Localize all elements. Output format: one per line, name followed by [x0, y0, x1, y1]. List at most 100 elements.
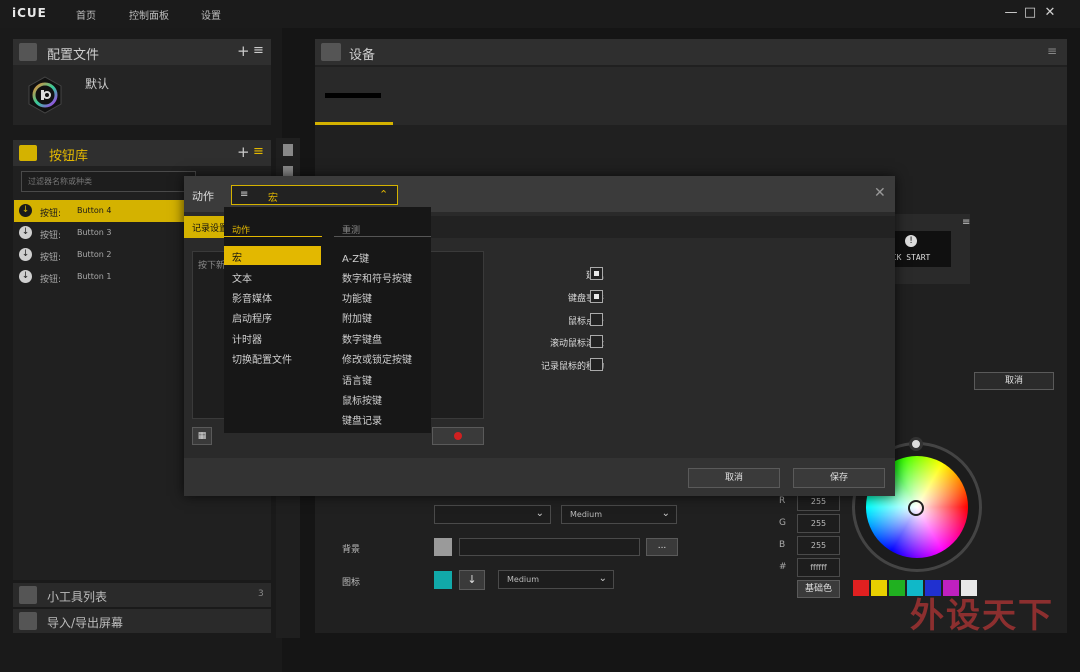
preview-menu-icon[interactable]: ≡	[962, 217, 970, 228]
menu-item-launch[interactable]: 启动程序	[232, 310, 272, 325]
icue-logo-icon	[25, 75, 65, 115]
list-icon: ≡	[240, 189, 249, 200]
b-input[interactable]: 255	[797, 536, 840, 555]
library-menu-icon[interactable]: ≡	[253, 144, 264, 159]
close-icon[interactable]: ✕	[1041, 4, 1059, 22]
widgets-row[interactable]: 小工具列表 3	[13, 583, 271, 607]
effect-select[interactable]: ⌄	[434, 505, 551, 524]
checkbox-label: 延迟	[494, 268, 604, 281]
library-item-kind: 按钮:	[40, 209, 62, 219]
menu-item-function[interactable]: 功能键	[342, 290, 372, 305]
icon-color-swatch[interactable]	[434, 571, 452, 589]
record-button[interactable]	[432, 427, 484, 445]
hex-input[interactable]: ffffff	[797, 558, 840, 577]
chevron-down-icon: ⌄	[598, 573, 607, 584]
import-export-title: 导入/导出屏幕	[47, 616, 124, 630]
menu-item-macro[interactable]: 宏	[224, 246, 321, 265]
menu-item-mouse[interactable]: 鼠标按键	[342, 392, 382, 407]
menu-item-language[interactable]: 语言键	[342, 372, 372, 387]
nav-settings[interactable]: 设置	[201, 7, 221, 22]
color-picker-handle[interactable]	[908, 500, 924, 516]
nav-dashboard[interactable]: 控制面板	[129, 7, 169, 22]
brightness-handle[interactable]	[909, 437, 923, 451]
r-label: R	[779, 496, 786, 506]
library-item-kind: 按钮:	[40, 253, 62, 263]
download-icon: ↓	[19, 226, 32, 239]
import-export-row[interactable]: 导入/导出屏幕	[13, 609, 271, 633]
keyboard-events-checkbox[interactable]	[590, 290, 603, 303]
background-color-swatch[interactable]	[434, 538, 452, 556]
menu-item-media[interactable]: 影音媒体	[232, 290, 272, 305]
menu-item-extra[interactable]: 附加键	[342, 310, 372, 325]
app-logo: iCUE	[12, 6, 47, 20]
speed-select[interactable]: Medium ⌄	[561, 505, 677, 524]
menu-item-numbers[interactable]: 数字和符号按键	[342, 270, 412, 285]
menu-item-numpad[interactable]: 数字键盘	[342, 331, 382, 346]
profile-icon	[19, 43, 37, 61]
profiles-header: 配置文件 + ≡	[13, 39, 271, 65]
save-button[interactable]: 保存	[793, 468, 885, 488]
g-label: G	[779, 518, 786, 528]
dialog-title: 动作	[192, 190, 214, 203]
dialog-footer: 取消 保存	[184, 458, 895, 496]
download-icon[interactable]: ↓	[459, 570, 485, 590]
icon-label: 图标	[342, 578, 361, 588]
background-label: 背景	[342, 545, 361, 555]
devices-header: 设备 ≡	[315, 39, 1067, 65]
title-bar: iCUE 首页 控制面板 设置 — □ ✕	[0, 0, 1080, 28]
add-profile-icon[interactable]: +	[237, 42, 250, 60]
menu-item-keyboard-record[interactable]: 键盘记录	[342, 412, 382, 427]
device-thumbnail[interactable]	[325, 93, 381, 98]
checkbox-label: 鼠标点击	[567, 317, 604, 327]
menu-item-modifier[interactable]: 修改或锁定按键	[342, 351, 412, 366]
add-button-icon[interactable]: +	[237, 143, 250, 161]
default-profile-label[interactable]: 默认	[85, 75, 109, 92]
copy-icon[interactable]	[283, 144, 293, 156]
library-item-name: Button 1	[77, 272, 112, 281]
swatch-yellow[interactable]	[871, 580, 887, 596]
add-macro-icon[interactable]: ▦	[192, 427, 212, 445]
hex-label: #	[779, 562, 787, 572]
library-icon	[19, 145, 37, 161]
g-input[interactable]: 255	[797, 514, 840, 533]
mouse-click-checkbox[interactable]	[590, 313, 603, 326]
widgets-count: 3	[258, 589, 264, 599]
download-icon: ↓	[19, 270, 32, 283]
devices-cancel-button[interactable]: 取消	[974, 372, 1054, 390]
maximize-icon[interactable]: □	[1021, 4, 1039, 22]
menu-item-az[interactable]: A-Z键	[342, 250, 369, 265]
browse-button[interactable]: ...	[646, 538, 678, 556]
download-icon: ↓	[19, 204, 32, 217]
swap-icon	[19, 612, 37, 630]
record-settings-tab[interactable]: 记录设置	[192, 221, 228, 234]
watermark: 外设天下	[910, 596, 1054, 636]
swatch-green[interactable]	[889, 580, 905, 596]
press-placeholder: 按下新	[198, 261, 226, 271]
devices-menu-icon[interactable]: ≡	[1047, 44, 1057, 58]
record-mouse-move-checkbox[interactable]	[590, 358, 603, 371]
swatch-red[interactable]	[853, 580, 869, 596]
device-tab-indicator	[315, 122, 393, 125]
nav-home[interactable]: 首页	[76, 7, 96, 22]
b-label: B	[779, 540, 786, 550]
screen-preview: ! ICK START	[887, 231, 951, 267]
background-path-input[interactable]	[459, 538, 640, 556]
library-search-input[interactable]	[21, 171, 196, 192]
speed-value: Medium	[570, 510, 602, 519]
menu-item-timer[interactable]: 计时器	[232, 331, 262, 346]
menu-item-text[interactable]: 文本	[232, 270, 252, 285]
delay-checkbox[interactable]	[590, 267, 603, 280]
checkbox-label: 键盘事件	[567, 294, 604, 304]
scroll-wheel-checkbox[interactable]	[590, 335, 603, 348]
library-item-kind: 按钮:	[40, 275, 62, 285]
library-item-name: Button 2	[77, 250, 112, 259]
cancel-button[interactable]: 取消	[688, 468, 780, 488]
action-type-select[interactable]: ≡ 宏 ⌃	[231, 185, 398, 205]
basic-colors-button[interactable]: 基础色	[797, 580, 840, 598]
menu-icon[interactable]: ≡	[253, 43, 264, 58]
menu-col2-header: 重测	[342, 226, 361, 236]
close-dialog-icon[interactable]: ✕	[874, 185, 886, 201]
icon-speed-select[interactable]: Medium ⌄	[498, 570, 614, 589]
minimize-icon[interactable]: —	[1002, 4, 1020, 22]
menu-item-switch-profile[interactable]: 切换配置文件	[232, 351, 292, 366]
